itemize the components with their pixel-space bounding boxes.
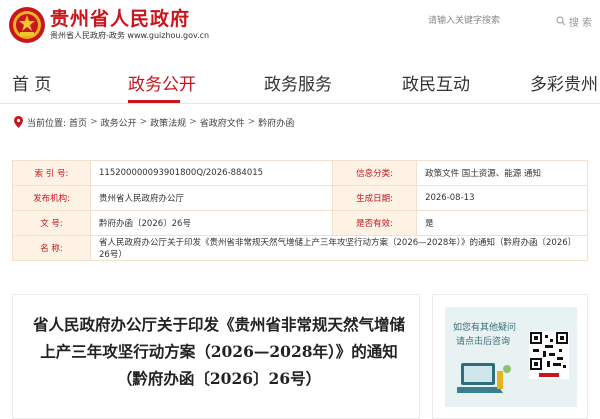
validity-label: 是否有效: [332, 210, 418, 236]
date-label: 生成日期: [332, 185, 418, 211]
consult-card: 如您有其他疑问 请点击后咨询 [432, 294, 588, 419]
document-number-value: 黔府办函〔2026〕26号 [89, 210, 334, 236]
site-subtitle: 贵州省人民政府-政务 www.guizhou.gov.cn [50, 31, 210, 40]
site-title[interactable]: 贵州省人民政府 [50, 4, 190, 31]
document-number-label: 文 号: [12, 210, 91, 236]
table-row: 发布机构: 贵州省人民政府办公厅 生成日期: 2026-08-13 [12, 185, 588, 211]
consult-banner[interactable]: 如您有其他疑问 请点击后咨询 [445, 307, 577, 407]
nav-item-home[interactable]: 首 页 [12, 70, 51, 95]
issuer-value: 贵州省人民政府办公厅 [89, 185, 334, 211]
document-name-value: 省人民政府办公厅关于印发《贵州省非常规天然气增储上产三年攻坚行动方案（2026—… [90, 235, 588, 261]
main-nav: 首 页 政务公开 政务服务 政民互动 多彩贵州 [0, 62, 600, 104]
nav-item-government-services[interactable]: 政务服务 [264, 70, 332, 95]
breadcrumb-separator: > [90, 117, 98, 127]
breadcrumb-prefix: 当前位置: [27, 118, 67, 129]
breadcrumb-separator: > [189, 117, 197, 127]
search-button-label: 搜 索 [568, 17, 592, 29]
search-icon [556, 16, 566, 26]
consult-text: 如您有其他疑问 请点击后咨询 [453, 321, 517, 349]
breadcrumb-link-provincial-docs[interactable]: 省政府文件 [200, 116, 245, 129]
index-number-value: 115200000093901800Q/2026-884015 [89, 160, 334, 186]
document-info-table: 索 引 号: 115200000093901800Q/2026-884015 信… [12, 160, 588, 261]
table-row: 文 号: 黔府办函〔2026〕26号 是否有效: 是 [12, 210, 588, 236]
validity-value: 是 [416, 210, 588, 236]
laptop-illustration-icon [457, 363, 511, 393]
nav-item-government-affairs[interactable]: 政务公开 [128, 70, 196, 95]
issuer-label: 发布机构: [12, 185, 91, 211]
article-card: 省人民政府办公厅关于印发《贵州省非常规天然气增储上产三年攻坚行动方案（2026—… [12, 294, 420, 419]
category-label: 信息分类: [332, 160, 418, 186]
location-pin-icon [14, 116, 23, 128]
nav-active-indicator [128, 100, 180, 103]
consult-text-line1: 如您有其他疑问 [453, 323, 517, 333]
breadcrumb-separator: > [139, 117, 148, 127]
national-emblem-icon[interactable] [8, 6, 46, 44]
category-value: 政策文件 国土资源、能源 通知 [416, 160, 588, 186]
breadcrumb-link-policy[interactable]: 政策法规 [150, 116, 186, 129]
index-number-label: 索 引 号: [12, 160, 91, 186]
nav-item-colorful-guizhou[interactable]: 多彩贵州 [530, 70, 598, 95]
search-box: 搜 索 [422, 8, 592, 34]
date-value: 2026-08-13 [416, 185, 588, 211]
qr-code-icon[interactable] [529, 331, 569, 379]
nav-item-interaction[interactable]: 政民互动 [402, 70, 470, 95]
table-row: 索 引 号: 115200000093901800Q/2026-884015 信… [12, 160, 588, 186]
search-input[interactable] [422, 8, 552, 34]
breadcrumb-link-home[interactable]: 首页 [69, 116, 87, 129]
site-header: 贵州省人民政府 贵州省人民政府-政务 www.guizhou.gov.cn 搜 … [0, 0, 600, 52]
breadcrumb-separator: > [247, 117, 256, 127]
consult-text-line2: 请点击后咨询 [455, 337, 510, 347]
breadcrumb-link-letters[interactable]: 黔府办函 [258, 116, 294, 129]
breadcrumb-link-affairs[interactable]: 政务公开 [101, 116, 137, 129]
search-button[interactable]: 搜 索 [552, 8, 592, 34]
breadcrumb: 当前位置: 首页 > 政务公开 > 政策法规 > 省政府文件 > 黔府办函 [14, 114, 294, 130]
table-row: 名 称: 省人民政府办公厅关于印发《贵州省非常规天然气增储上产三年攻坚行动方案（… [12, 235, 588, 261]
article-title: 省人民政府办公厅关于印发《贵州省非常规天然气增储上产三年攻坚行动方案（2026—… [33, 315, 406, 388]
document-name-label: 名 称: [12, 235, 91, 261]
